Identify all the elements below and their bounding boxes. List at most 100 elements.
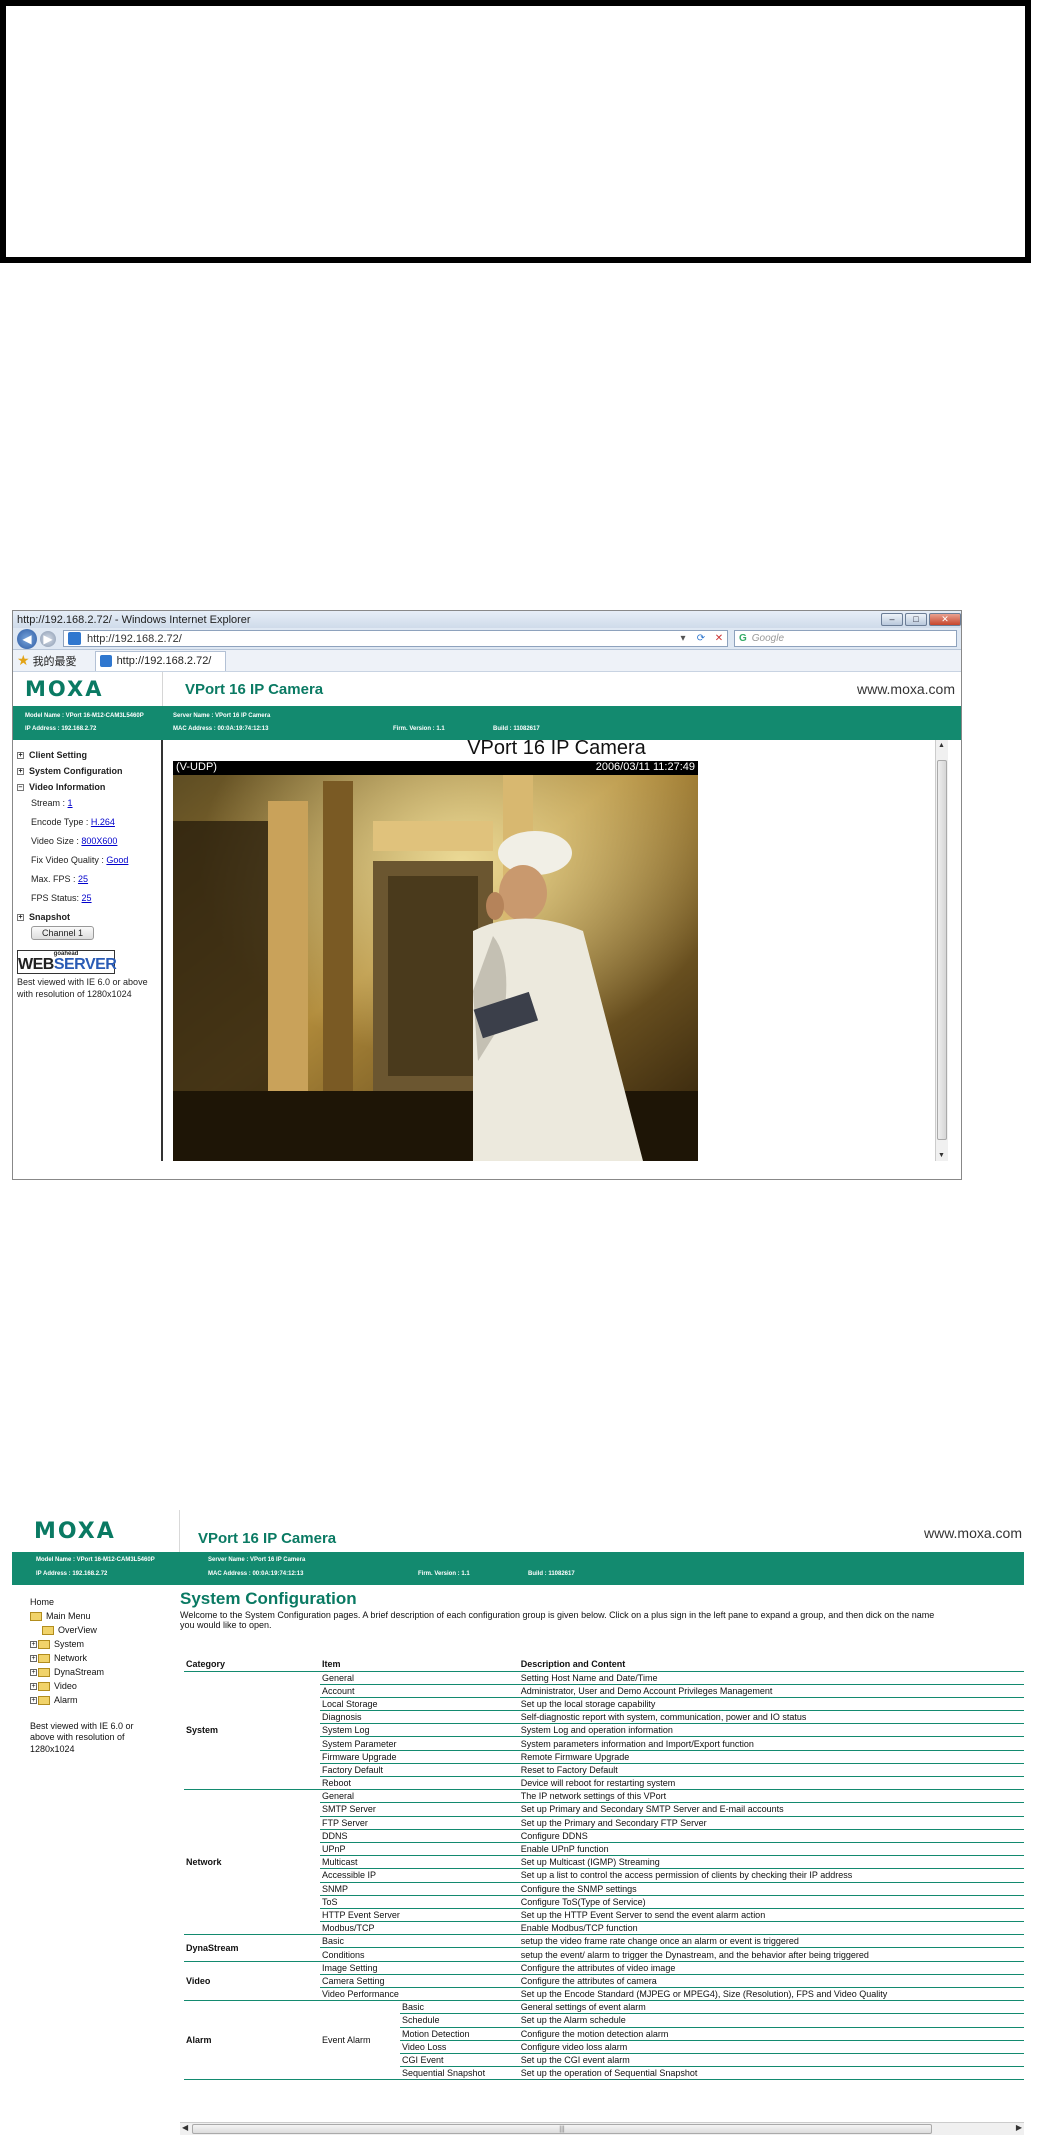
item-link[interactable]: System Parameter bbox=[320, 1736, 519, 1751]
item-link[interactable]: DDNS bbox=[320, 1829, 519, 1843]
item-link[interactable]: SNMP bbox=[320, 1882, 519, 1896]
fps-link[interactable]: 25 bbox=[82, 893, 92, 903]
tree-main-menu[interactable]: Main Menu bbox=[30, 1609, 172, 1623]
tree-network[interactable]: + Network bbox=[30, 1651, 172, 1665]
favorites-button[interactable]: 我的最愛 bbox=[33, 653, 77, 669]
forward-icon[interactable]: ▶ bbox=[40, 630, 56, 647]
scroll-right-icon[interactable]: ▶ bbox=[1016, 2123, 1022, 2132]
live-video-feed[interactable]: (V-UDP) 2006/03/11 11:27:49 bbox=[173, 761, 698, 1161]
item-link[interactable]: Schedule bbox=[400, 2013, 519, 2028]
size-link[interactable]: 800X600 bbox=[81, 836, 117, 846]
expand-icon[interactable]: + bbox=[30, 1640, 37, 1648]
item-link[interactable]: Local Storage bbox=[320, 1697, 519, 1712]
horizontal-scrollbar[interactable]: ◀ ||| ▶ bbox=[180, 2122, 1024, 2135]
item-link[interactable]: UPnP bbox=[320, 1842, 519, 1857]
item-link[interactable]: Conditions bbox=[320, 1947, 519, 1962]
item-link[interactable]: Accessible IP bbox=[320, 1868, 519, 1883]
scrollbar-thumb[interactable]: ||| bbox=[192, 2124, 932, 2134]
video-overlay-bar: (V-UDP) 2006/03/11 11:27:49 bbox=[173, 761, 698, 775]
firmware-version: Firm. Version : 1.1 bbox=[393, 726, 445, 732]
expand-icon[interactable]: + bbox=[17, 768, 24, 776]
item-link[interactable]: General bbox=[320, 1671, 519, 1685]
minimize-icon[interactable]: – bbox=[881, 613, 903, 626]
tree-overview[interactable]: OverView bbox=[30, 1623, 172, 1637]
item-link[interactable]: Multicast bbox=[320, 1855, 519, 1870]
item-link[interactable]: Modbus/TCP bbox=[320, 1921, 519, 1936]
expand-icon[interactable]: + bbox=[30, 1696, 37, 1704]
model-name: Model Name : VPort 16-M12-CAM3L5460P bbox=[36, 1557, 155, 1563]
channel-1-button[interactable]: Channel 1 bbox=[31, 926, 95, 940]
expand-icon[interactable]: + bbox=[30, 1682, 37, 1690]
video-information-item[interactable]: – Video Information bbox=[17, 782, 161, 792]
item-link[interactable]: System Log bbox=[320, 1723, 519, 1738]
scrollbar-thumb[interactable] bbox=[937, 760, 947, 1140]
description-cell: Enable UPnP function bbox=[518, 1842, 1024, 1857]
close-icon[interactable]: ✕ bbox=[929, 613, 961, 626]
item-link[interactable]: Account bbox=[320, 1684, 519, 1698]
tree-system[interactable]: + System bbox=[30, 1637, 172, 1651]
item-link[interactable]: Factory Default bbox=[320, 1763, 519, 1778]
item-link[interactable]: Reboot bbox=[320, 1776, 519, 1791]
stream-info: Stream : 1 bbox=[31, 798, 73, 808]
favorites-star-icon[interactable]: ★ bbox=[17, 652, 30, 669]
maxfps-link[interactable]: 25 bbox=[78, 874, 88, 884]
client-setting-item[interactable]: + Client Setting bbox=[17, 750, 161, 760]
item-link[interactable]: Diagnosis bbox=[320, 1710, 519, 1725]
snapshot-item[interactable]: + Snapshot bbox=[17, 912, 161, 922]
video-area: VPort 16 IP Camera (V-UDP) 2006/03/11 11… bbox=[165, 737, 948, 1161]
item-link[interactable]: Camera Setting bbox=[320, 1974, 519, 1989]
item-link[interactable]: SMTP Server bbox=[320, 1802, 519, 1817]
tree-alarm[interactable]: + Alarm bbox=[30, 1693, 172, 1707]
system-configuration-item[interactable]: + System Configuration bbox=[17, 766, 161, 776]
scroll-left-icon[interactable]: ◀ bbox=[182, 2123, 188, 2132]
maximize-icon[interactable]: □ bbox=[905, 613, 927, 626]
item-group-cell[interactable]: Event Alarm bbox=[320, 2000, 400, 2081]
scroll-up-icon[interactable]: ▲ bbox=[938, 742, 945, 749]
item-link[interactable]: ToS bbox=[320, 1895, 519, 1909]
video-timestamp: 2006/03/11 11:27:49 bbox=[595, 761, 695, 773]
item-link[interactable]: Basic bbox=[400, 2000, 519, 2015]
item-link[interactable]: Firmware Upgrade bbox=[320, 1750, 519, 1764]
refresh-icon[interactable]: ⟳ bbox=[693, 631, 709, 646]
folder-icon bbox=[38, 1653, 50, 1663]
folder-open-icon bbox=[30, 1611, 42, 1621]
encode-info: Encode Type : H.264 bbox=[31, 817, 115, 827]
item-link[interactable]: CGI Event bbox=[400, 2053, 519, 2068]
collapse-icon[interactable]: – bbox=[17, 784, 24, 792]
item-link[interactable]: Image Setting bbox=[320, 1961, 519, 1975]
address-text: http://192.168.2.72/ bbox=[87, 632, 182, 645]
search-input[interactable]: G Google bbox=[734, 630, 957, 647]
item-link[interactable]: Basic bbox=[320, 1934, 519, 1949]
model-name: Model Name : VPort 16-M12-CAM3L5460P bbox=[25, 713, 144, 719]
back-icon[interactable]: ◀ bbox=[17, 628, 37, 649]
expand-icon[interactable]: + bbox=[17, 914, 24, 922]
item-link[interactable]: FTP Server bbox=[320, 1816, 519, 1830]
expand-icon[interactable]: + bbox=[30, 1668, 37, 1676]
encode-link[interactable]: H.264 bbox=[91, 817, 115, 827]
scroll-down-icon[interactable]: ▼ bbox=[938, 1152, 945, 1159]
description-cell: Set up the operation of Sequential Snaps… bbox=[518, 2066, 1024, 2081]
browser-tab[interactable]: http://192.168.2.72/ bbox=[94, 650, 227, 671]
stream-link[interactable]: 1 bbox=[68, 798, 73, 808]
vertical-scrollbar[interactable]: ▲ ▼ bbox=[935, 740, 948, 1161]
address-bar[interactable]: http://192.168.2.72/ ▾ ⟳ ✕ bbox=[63, 630, 728, 647]
item-link[interactable]: Video Loss bbox=[400, 2040, 519, 2054]
description-cell: Self-diagnostic report with system, comm… bbox=[518, 1710, 1024, 1725]
moxa-website[interactable]: www.moxa.com bbox=[857, 681, 955, 697]
item-link[interactable]: HTTP Event Server bbox=[320, 1908, 519, 1923]
dropdown-icon[interactable]: ▾ bbox=[675, 631, 691, 646]
item-link[interactable]: Video Performance bbox=[320, 1987, 519, 2002]
item-link[interactable]: Sequential Snapshot bbox=[400, 2066, 519, 2081]
stop-icon[interactable]: ✕ bbox=[711, 631, 727, 646]
description-cell: Set up the CGI event alarm bbox=[518, 2053, 1024, 2068]
item-link[interactable]: Motion Detection bbox=[400, 2027, 519, 2041]
item-link[interactable]: General bbox=[320, 1789, 519, 1804]
tree-home[interactable]: Home bbox=[30, 1595, 172, 1609]
moxa-website[interactable]: www.moxa.com bbox=[924, 1525, 1022, 1541]
expand-icon[interactable]: + bbox=[30, 1654, 37, 1662]
quality-link[interactable]: Good bbox=[106, 855, 128, 865]
tree-dynastream[interactable]: + DynaStream bbox=[30, 1665, 172, 1679]
expand-icon[interactable]: + bbox=[17, 752, 24, 760]
tree-video[interactable]: + Video bbox=[30, 1679, 172, 1693]
description-cell: setup the video frame rate change once a… bbox=[518, 1934, 1024, 1949]
